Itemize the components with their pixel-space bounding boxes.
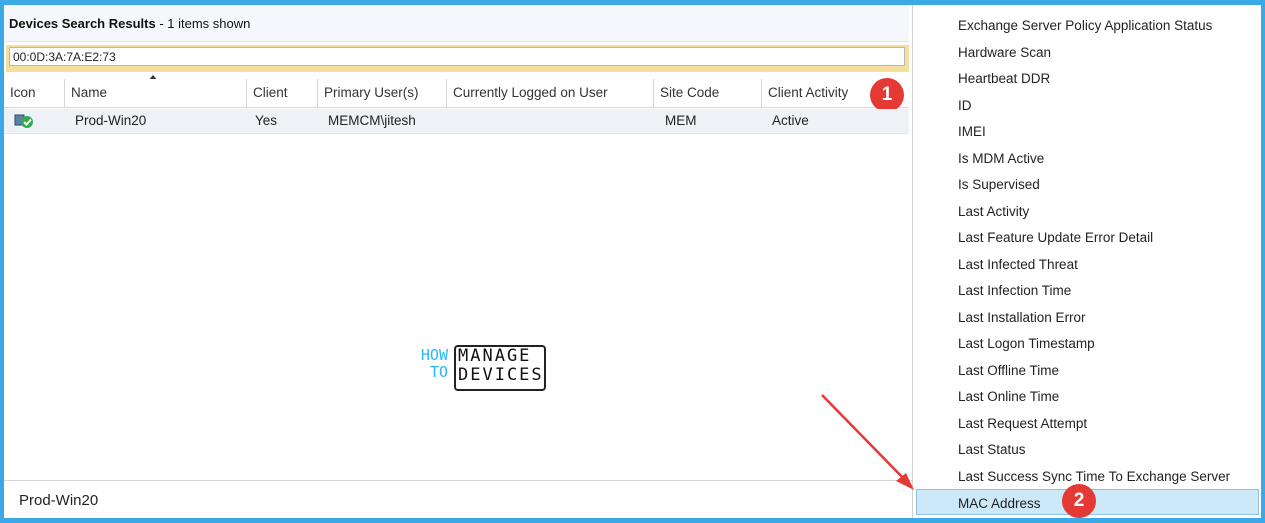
results-count: - 1 items shown [155,16,251,31]
menu-item[interactable]: Is Supervised [958,177,1040,192]
cell-primary-user: MEMCM\jitesh [328,113,416,128]
menu-item[interactable]: Last Infected Threat [958,257,1078,272]
menu-item[interactable]: Last Feature Update Error Detail [958,230,1153,245]
results-title: Devices Search Results - 1 items shown [9,16,250,31]
menu-item[interactable]: Last Activity [958,204,1029,219]
console-window: Devices Search Results - 1 items shown I… [4,5,1261,518]
details-device-name: Prod-Win20 [19,492,99,509]
menu-item[interactable]: Last Online Time [958,389,1059,404]
search-bar [6,45,909,72]
cell-client: Yes [255,113,278,128]
search-input[interactable] [9,47,905,66]
menu-item[interactable]: Last Offline Time [958,363,1059,378]
column-header-primary-users[interactable]: Primary User(s) [318,79,447,107]
logo-manage-devices: MANAGE DEVICES [458,347,544,385]
logo-how: HOW [420,346,448,364]
column-header-logged-on-user[interactable]: Currently Logged on User [447,79,654,107]
menu-item[interactable]: ID [958,98,972,113]
menu-item[interactable]: Is MDM Active [958,151,1044,166]
watermark-logo: HOW TO MANAGE DEVICES [414,345,554,391]
logo-to: TO [429,363,448,381]
menu-item[interactable]: Last Request Attempt [958,416,1087,431]
menu-item[interactable]: Last Status [958,442,1026,457]
device-icon [14,112,34,133]
step-badge-2: 2 [1062,484,1096,518]
column-header-icon[interactable]: Icon [4,79,65,107]
logo-devices: DEVICES [458,365,544,385]
logo-how-to: HOW TO [414,347,448,381]
results-title-bold: Devices Search Results [9,16,156,31]
details-pane: Prod-Win20 [4,480,912,518]
logo-manage: MANAGE [458,346,532,366]
menu-item[interactable]: Last Infection Time [958,283,1071,298]
column-header-client[interactable]: Client [247,79,318,107]
menu-item[interactable]: Last Logon Timestamp [958,336,1095,351]
menu-item[interactable]: Last Installation Error [958,310,1086,325]
table-row[interactable]: Prod-Win20 Yes MEMCM\jitesh MEM Active [4,109,909,134]
column-context-menu: Exchange Server Policy Application Statu… [912,5,1261,518]
column-header-name[interactable]: Name [65,79,247,107]
menu-item[interactable]: IMEI [958,124,986,139]
menu-item[interactable]: Last Success Sync Time To Exchange Serve… [958,469,1230,484]
cell-name: Prod-Win20 [75,113,147,128]
menu-item[interactable]: Heartbeat DDR [958,71,1050,86]
cell-client-activity: Active [772,113,809,128]
column-header-site-code[interactable]: Site Code [654,79,762,107]
results-header: Devices Search Results - 1 items shown [4,5,909,42]
column-header-row: Icon Name Client Primary User(s) Current… [4,79,909,108]
menu-item[interactable]: Exchange Server Policy Application Statu… [958,18,1212,33]
cell-site-code: MEM [665,113,697,128]
menu-item[interactable]: Hardware Scan [958,45,1051,60]
step-badge-1: 1 [870,78,904,112]
